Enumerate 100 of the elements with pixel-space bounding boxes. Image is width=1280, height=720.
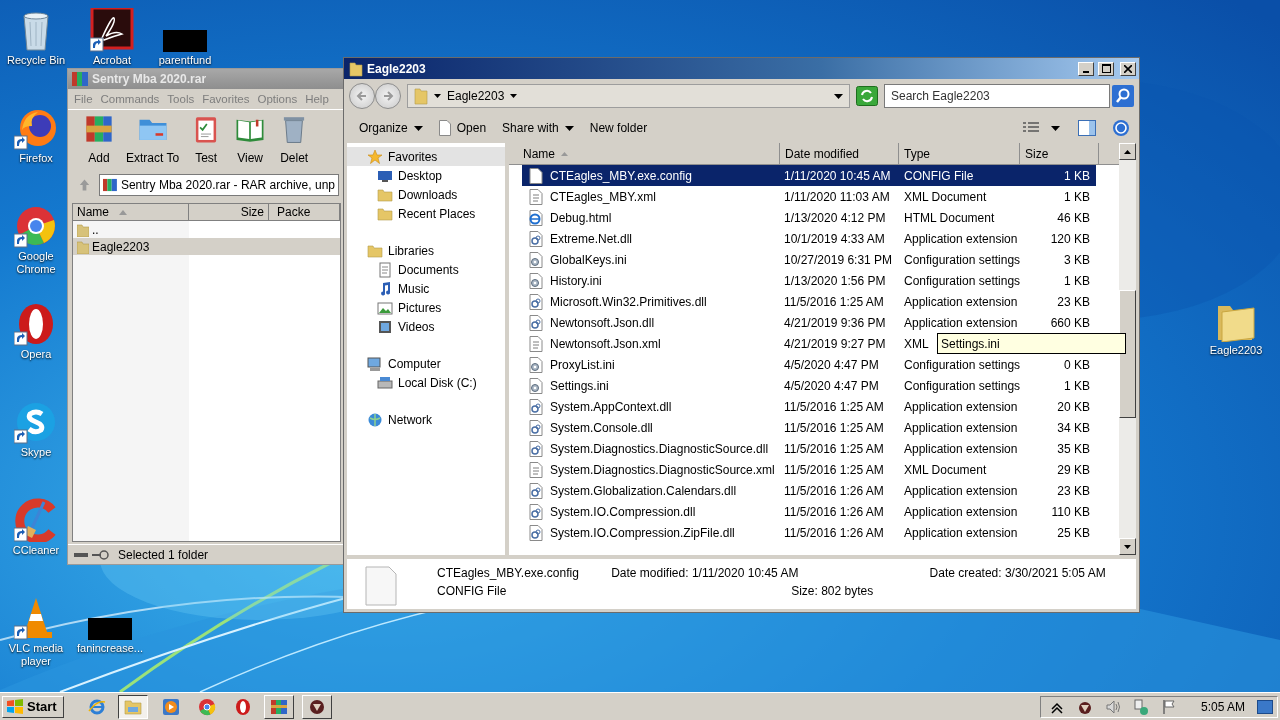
nav-item[interactable]: Recent Places [347,204,505,223]
date-cell-text: 11/5/2016 1:25 AM [783,399,885,414]
close-button[interactable] [1120,61,1136,76]
icon-label: CCleaner [12,544,60,557]
file-name: CTEagles_MBY.xml [550,189,657,204]
command-button[interactable]: Organize [353,118,429,138]
flag-icon[interactable] [1160,698,1177,715]
column-header[interactable]: Name [509,143,780,165]
toolbar-button[interactable]: Test [185,113,228,165]
file-row[interactable]: System.IO.Compression.dll 11/5/2016 1:26 AM Application extension 110 KB [522,501,1096,522]
file-row[interactable]: System.Diagnostics.DiagnosticSource.dll 11/5/2016 1:25 AM Application extension 35 KB [522,438,1096,459]
nav-item[interactable]: Libraries [347,241,505,260]
toolbar-button[interactable]: Extract To [122,113,184,165]
back-button[interactable] [349,83,375,109]
blank-document-icon [365,566,397,606]
file-row[interactable]: System.Globalization.Calendars.dll 11/5/2016 1:26 AM Application extension 23 KB [522,480,1096,501]
file-name: System.AppContext.dll [550,399,673,414]
breadcrumb[interactable]: Eagle2203 [447,89,505,103]
app-icon[interactable] [90,8,134,52]
toolbar-button[interactable]: Delet [273,113,316,165]
command-button[interactable]: Share with [496,118,580,138]
gear-document-icon [528,524,544,541]
forward-button[interactable] [375,83,401,109]
nav-item[interactable]: Music [347,279,505,298]
document-icon [528,335,544,352]
file-name: System.Console.dll [550,420,654,435]
column-header[interactable]: Packe [269,204,340,221]
nav-item[interactable]: Documents [347,260,505,279]
folder-icon [377,205,393,222]
address-field[interactable]: Sentry Mba 2020.rar - RAR archive, unp [99,174,339,196]
preview-pane-icon[interactable] [1078,120,1096,136]
file-row[interactable]: System.Diagnostics.DiagnosticSource.xml 11/5/2016 1:25 AM XML Document 29 KB [522,459,1096,480]
caret-icon[interactable] [1051,125,1060,131]
file-row[interactable]: CTEagles_MBY.exe.config 1/11/2020 10:45 AM CONFIG File 1 KB [522,165,1096,186]
address-bar[interactable]: Eagle2203 [407,84,850,108]
file-row[interactable]: System.AppContext.dll 11/5/2016 1:25 AM Application extension 20 KB [522,396,1096,417]
toolbar-button[interactable]: Add [78,113,120,165]
file-row[interactable]: ProxyList.ini 4/5/2020 4:47 PM Configuration settings 0 KB [522,354,1096,375]
size-cell-text: 25 KB [1056,525,1091,540]
column-header[interactable]: Size [189,204,269,221]
start-button[interactable]: Start [2,695,64,718]
computer-icon [367,355,383,372]
broom-icon[interactable] [14,498,58,542]
nav-item[interactable]: Local Disk (C:) [347,373,505,392]
command-button[interactable]: Open [432,117,493,139]
browser-icon[interactable] [14,204,58,248]
speaker-icon[interactable] [1104,698,1121,715]
minimize-button[interactable] [1078,61,1094,76]
file-row[interactable]: History.ini 1/13/2020 1:56 PM Configuration settings 1 KB [522,270,1096,291]
column-header[interactable]: Type [899,143,1020,165]
date-cell-text: 4/21/2019 9:36 PM [783,315,887,330]
clock-time[interactable]: 5:05 AM [1200,699,1245,714]
icon-label: fanincrease... [76,642,143,655]
file-row[interactable]: System.Console.dll 11/5/2016 1:25 AM Application extension 34 KB [522,417,1096,438]
nav-item[interactable]: Network [347,410,505,429]
file-row[interactable]: CTEagles_MBY.xml 1/11/2020 11:03 AM XML Document 1 KB [522,186,1096,207]
refresh-icon[interactable] [856,86,878,106]
nav-item[interactable]: Computer [347,354,505,373]
play-icon [161,697,180,716]
search-field[interactable]: Search Eagle2203 [884,84,1110,108]
nav-item[interactable]: Videos [347,317,505,336]
file-row[interactable]: Debug.html 1/13/2020 4:12 PM HTML Document 46 KB [522,207,1096,228]
file-row[interactable]: .. [73,221,340,238]
help-icon[interactable] [1112,119,1130,137]
nav-item[interactable]: Desktop [347,166,505,185]
file-name: History.ini [550,273,603,288]
view-options-icon[interactable] [1023,121,1039,135]
taskbar-button[interactable] [117,694,148,719]
icon-label: VLC media player [7,642,65,668]
show-desktop-icon[interactable] [1257,699,1273,714]
chat-app-icon[interactable] [14,400,58,444]
file-row[interactable]: GlobalKeys.ini 10/27/2019 6:31 PM Configuration settings 3 KB [522,249,1096,270]
archive-icon [72,72,88,86]
file-row[interactable]: Microsoft.Win32.Primitives.dll 11/5/2016 1:25 AM Application extension 23 KB [522,291,1096,312]
command-button[interactable]: New folder [583,118,654,138]
search-icon[interactable] [1112,85,1134,107]
nav-item[interactable]: Downloads [347,185,505,204]
file-row[interactable]: Eagle2203 [73,238,340,255]
network-icon[interactable] [1132,698,1149,715]
sort-arrow-icon [119,209,127,215]
file-row[interactable]: Settings.ini 4/5/2020 4:47 PM Configuration settings 1 KB [522,375,1096,396]
column-header[interactable]: Date modified [780,143,899,165]
icon-label: parentfund [158,54,212,67]
scrollbar[interactable] [1119,143,1136,555]
nav-item[interactable]: Pictures [347,298,505,317]
app-icon [307,697,326,716]
nav-item[interactable]: Favorites [347,147,505,166]
caret-icon[interactable] [834,93,843,99]
maximize-button[interactable] [1098,61,1114,76]
gear-document-icon [528,419,544,436]
gear-document-icon [528,377,544,394]
detail-field: Date created: 3/30/2021 5:05 AM [905,566,1126,584]
file-row[interactable]: System.IO.Compression.ZipFile.dll 11/5/2016 1:26 AM Application extension 25 KB [522,522,1096,543]
column-header[interactable]: Size [1020,143,1099,165]
file-row[interactable]: Extreme.Net.dll 10/1/2019 4:33 AM Application extension 120 KB [522,228,1096,249]
column-header[interactable]: Name [73,204,189,221]
globe-icon [367,411,383,428]
file-row[interactable]: Newtonsoft.Json.dll 4/21/2019 9:36 PM Application extension 660 KB [522,312,1096,333]
icon-label: Skype [20,446,52,459]
toolbar-button[interactable]: View [229,113,272,165]
